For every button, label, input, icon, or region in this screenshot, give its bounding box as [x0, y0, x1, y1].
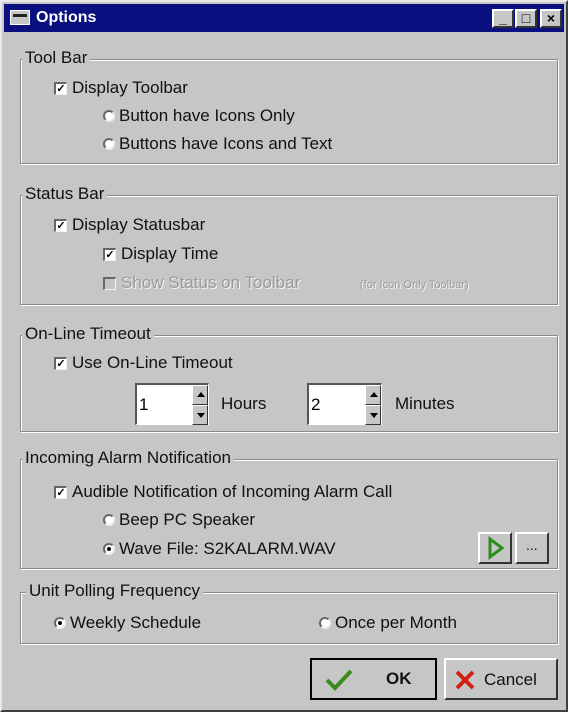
- play-icon: [488, 536, 505, 560]
- use-timeout-label[interactable]: Use On-Line Timeout: [72, 353, 233, 373]
- beep-pc-speaker-radio[interactable]: [103, 514, 115, 526]
- icons-only-radio[interactable]: [103, 110, 115, 122]
- icons-only-label[interactable]: Button have Icons Only: [119, 106, 295, 126]
- display-toolbar-label[interactable]: Display Toolbar: [72, 78, 188, 98]
- toolbar-group-legend: Tool Bar: [22, 48, 91, 68]
- ok-button-label: OK: [386, 669, 412, 688]
- close-button[interactable]: ×: [540, 9, 562, 28]
- window-menu-icon[interactable]: [10, 10, 30, 25]
- maximize-button[interactable]: □: [515, 9, 537, 28]
- cancel-button-label: Cancel: [484, 670, 537, 689]
- browse-button-label: ...: [526, 537, 538, 553]
- timeout-group-legend: On-Line Timeout: [22, 324, 154, 344]
- display-toolbar-checkbox[interactable]: ✓: [54, 82, 67, 95]
- alarm-group-legend: Incoming Alarm Notification: [22, 448, 234, 468]
- audible-notification-checkbox[interactable]: ✓: [54, 486, 67, 499]
- minutes-input[interactable]: [311, 395, 347, 415]
- timeout-group: [20, 335, 558, 432]
- weekly-schedule-label[interactable]: Weekly Schedule: [70, 613, 201, 633]
- icons-text-radio[interactable]: [103, 138, 115, 150]
- x-icon: [455, 670, 475, 690]
- show-status-on-toolbar-label: Show Status on Toolbar: [121, 273, 301, 292]
- hours-label: Hours: [221, 394, 267, 413]
- icons-text-label[interactable]: Buttons have Icons and Text: [119, 134, 332, 154]
- hours-spinner[interactable]: [135, 383, 209, 425]
- audible-notification-label[interactable]: Audible Notification of Incoming Alarm C…: [72, 482, 392, 502]
- once-per-month-radio[interactable]: [319, 617, 331, 629]
- hours-down-arrow-icon[interactable]: [192, 405, 208, 425]
- once-per-month-label[interactable]: Once per Month: [335, 613, 457, 633]
- use-timeout-checkbox[interactable]: ✓: [54, 357, 67, 370]
- title-bar[interactable]: Options _ □ ×: [4, 4, 564, 32]
- display-statusbar-checkbox[interactable]: ✓: [54, 219, 67, 232]
- minutes-up-arrow-icon[interactable]: [365, 385, 381, 405]
- minutes-spinner[interactable]: [307, 383, 382, 425]
- minutes-label: Minutes: [395, 394, 455, 413]
- check-icon: [325, 669, 353, 691]
- hours-input[interactable]: [139, 395, 175, 415]
- show-status-on-toolbar-checkbox: [103, 277, 116, 290]
- beep-pc-speaker-label[interactable]: Beep PC Speaker: [119, 510, 255, 530]
- options-dialog: Options _ □ × Tool Bar ✓ Display Toolbar…: [0, 0, 568, 712]
- window-title: Options: [36, 9, 97, 26]
- wave-file-radio[interactable]: [103, 543, 115, 555]
- play-button[interactable]: [478, 532, 512, 564]
- display-time-checkbox[interactable]: ✓: [103, 248, 116, 261]
- minutes-down-arrow-icon[interactable]: [365, 405, 381, 425]
- weekly-schedule-radio[interactable]: [54, 617, 66, 629]
- ok-button[interactable]: OK: [310, 658, 437, 700]
- wave-file-label[interactable]: Wave File: S2KALARM.WAV: [119, 539, 336, 559]
- browse-button[interactable]: ...: [515, 532, 549, 564]
- hours-up-arrow-icon[interactable]: [192, 385, 208, 405]
- cancel-button[interactable]: Cancel: [444, 658, 558, 700]
- polling-group-legend: Unit Polling Frequency: [26, 581, 204, 601]
- statusbar-group-legend: Status Bar: [22, 184, 108, 204]
- icon-only-toolbar-note: (for Icon Only Toolbar): [360, 279, 469, 291]
- display-statusbar-label[interactable]: Display Statusbar: [72, 215, 205, 235]
- display-time-label[interactable]: Display Time: [121, 244, 218, 264]
- minimize-button[interactable]: _: [492, 9, 514, 28]
